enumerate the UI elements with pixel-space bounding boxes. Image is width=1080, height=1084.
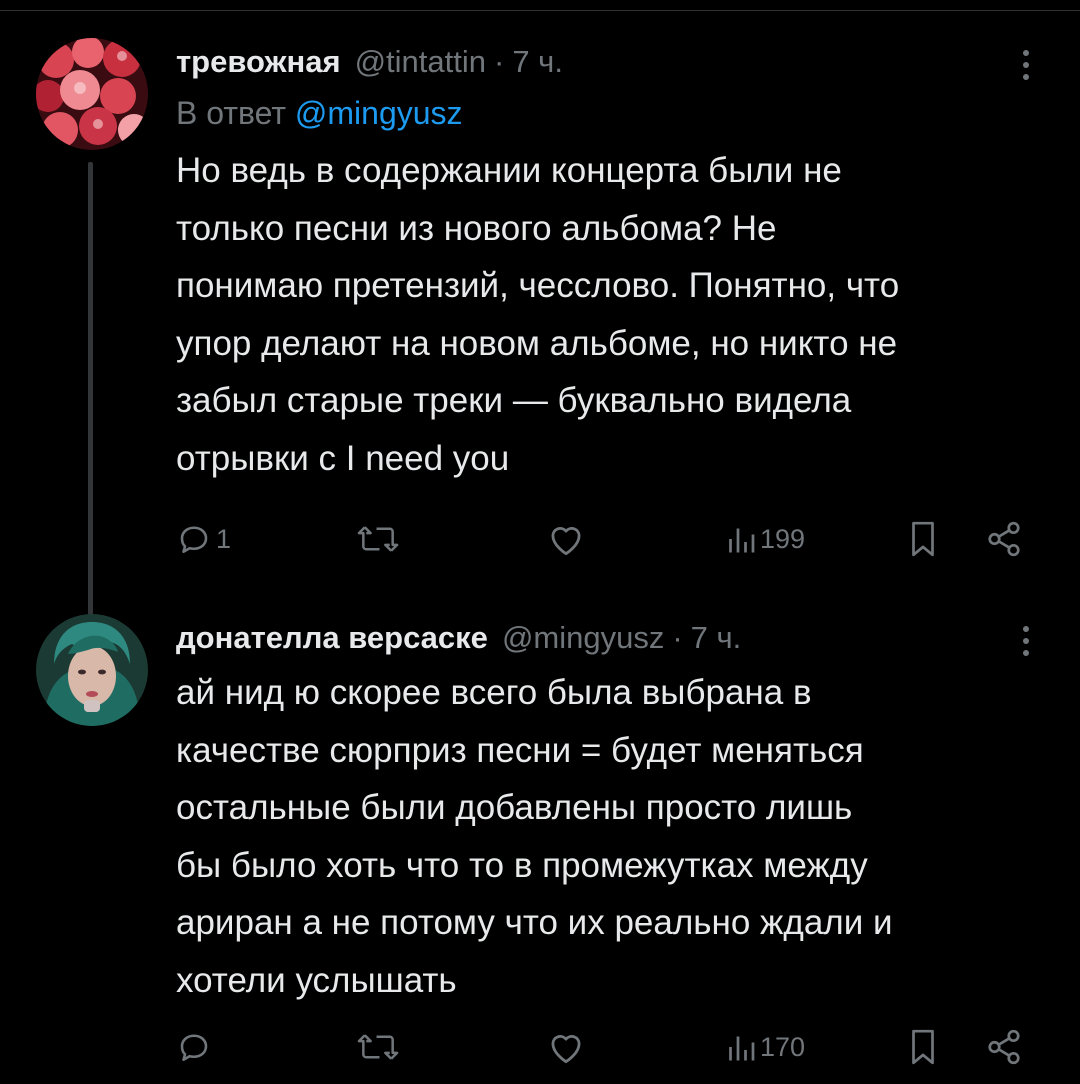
share-icon	[988, 1029, 1020, 1065]
analytics-icon	[729, 1036, 755, 1061]
author-handle[interactable]: @mingyusz	[502, 614, 664, 662]
thread-line	[88, 162, 93, 646]
repost-icon	[357, 526, 399, 552]
separator: ·	[494, 44, 505, 79]
like-button[interactable]	[546, 514, 590, 564]
reply-mention[interactable]: @mingyusz	[295, 95, 463, 131]
separator: ·	[672, 620, 683, 655]
share-button[interactable]	[984, 1022, 1024, 1072]
heart-icon	[551, 1035, 581, 1064]
text-line: упор делают на новом альбоме, но никто н…	[176, 323, 898, 363]
more-options-icon[interactable]	[1006, 620, 1046, 664]
bookmark-button[interactable]	[906, 1022, 940, 1072]
action-bar: 170	[176, 1022, 1046, 1072]
author-name[interactable]: донателла версаске	[176, 614, 488, 662]
author-handle[interactable]: @tintattin	[355, 38, 486, 86]
share-button[interactable]	[984, 514, 1024, 564]
text-line: ариран а не потому что их реально ждали …	[176, 903, 893, 942]
like-button[interactable]	[546, 1022, 590, 1072]
post-text: Но ведь в содержании концерта были не то…	[176, 142, 1046, 487]
text-line: хотели услышать	[176, 960, 457, 1000]
post-body: тревожная @tintattin · 7 ч. В ответ @min…	[176, 38, 1046, 557]
post-text: ай нид ю скорее всего была выбрана в кач…	[176, 664, 1046, 1009]
reply-count: 1	[216, 523, 232, 554]
post-body: донателла версаске @mingyusz · 7 ч. ай н…	[176, 614, 1046, 1065]
person-avatar-icon	[36, 614, 148, 726]
reply-context: В ответ @mingyusz	[176, 86, 1046, 140]
top-divider	[0, 10, 1080, 11]
views-button[interactable]: 170	[726, 1022, 805, 1072]
post-header: донателла версаске @mingyusz · 7 ч.	[176, 614, 1046, 662]
share-icon	[988, 521, 1020, 557]
reply-button[interactable]	[176, 1022, 216, 1072]
reply-button[interactable]: 1	[176, 514, 231, 564]
timestamp[interactable]: 7 ч.	[691, 614, 742, 662]
heart-icon	[551, 527, 581, 556]
bookmark-button[interactable]	[906, 514, 940, 564]
views-button[interactable]: 199	[726, 514, 805, 564]
text-line: качестве сюрприз песни = будет меняться	[176, 730, 864, 770]
author-name[interactable]: тревожная	[176, 38, 341, 86]
text-line: забыл старые треки — буквально видела	[176, 381, 852, 420]
repost-icon	[357, 1034, 399, 1060]
avatar[interactable]	[36, 38, 148, 150]
action-bar: 1 199	[176, 514, 1046, 564]
repost-button[interactable]	[356, 514, 404, 564]
avatar[interactable]	[36, 614, 148, 726]
reply-prefix: В ответ	[176, 95, 287, 131]
reply-icon	[180, 1034, 208, 1062]
text-line: только песни из нового альбома? Не	[176, 208, 777, 248]
reply-icon	[180, 526, 208, 554]
timestamp[interactable]: 7 ч.	[512, 38, 563, 86]
text-line: остальные были добавлены просто лишь	[176, 788, 853, 827]
text-line: бы было хоть что то в промежутках между	[176, 845, 868, 885]
post[interactable]: тревожная @tintattin · 7 ч. В ответ @min…	[0, 38, 1080, 646]
text-line: ай нид ю скорее всего была выбрана в	[176, 673, 812, 712]
bookmark-icon	[912, 1029, 934, 1065]
post-header: тревожная @tintattin · 7 ч.	[176, 38, 1046, 86]
repost-button[interactable]	[356, 1022, 404, 1072]
views-count: 199	[760, 523, 806, 554]
text-line: понимаю претензий, чесслово. Понятно, чт…	[176, 266, 900, 305]
text-line: Но ведь в содержании концерта были не	[176, 151, 842, 190]
bookmark-icon	[912, 521, 934, 557]
analytics-icon	[729, 528, 755, 553]
more-options-icon[interactable]	[1006, 44, 1046, 88]
text-line: отрывки с I need you	[176, 438, 510, 478]
cherries-avatar-icon	[36, 38, 148, 150]
views-count: 170	[760, 1031, 806, 1062]
post[interactable]: донателла версаске @mingyusz · 7 ч. ай н…	[0, 614, 1080, 1084]
